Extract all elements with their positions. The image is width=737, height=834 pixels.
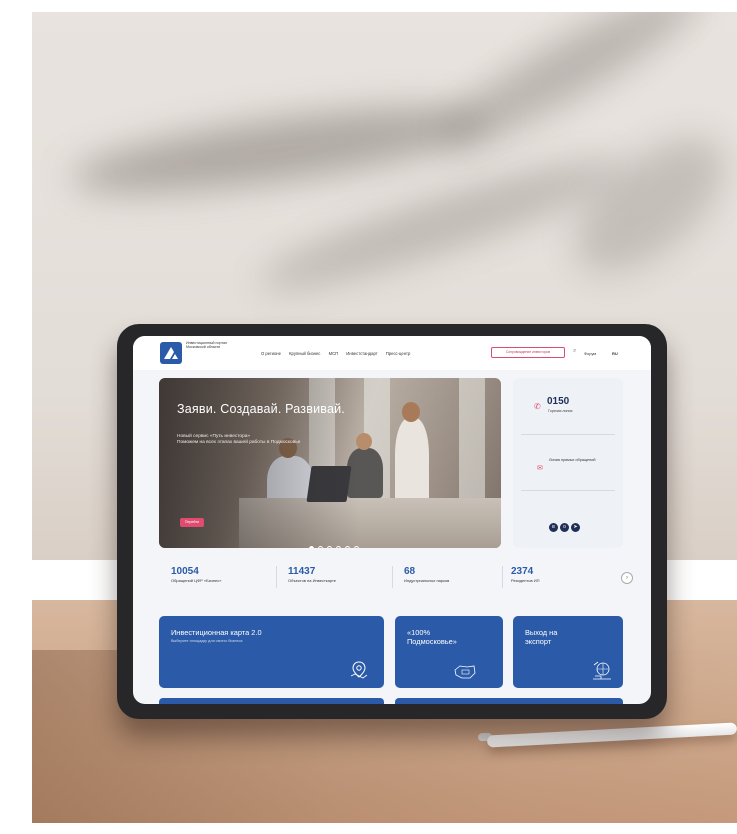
social-links: в о ➤: [549, 515, 582, 533]
card-title: Выход на экспорт: [525, 628, 557, 646]
divider: [521, 490, 615, 491]
chevron-right-icon[interactable]: ›: [621, 572, 633, 584]
map-pin-icon: [350, 661, 368, 679]
person-head: [402, 402, 420, 422]
nav-item-press-center[interactable]: Пресс-центр: [386, 351, 411, 356]
photo-scene: Инвестиционный портал Московской области…: [0, 0, 737, 834]
stat-item: 10054 Обращений ЦФР «Бизнес»: [171, 566, 221, 583]
stat-label: Объектов на Инвесткарте: [288, 578, 337, 583]
direct-requests-link[interactable]: Линия прямых обращений: [549, 458, 609, 463]
card-100-podmoskovie[interactable]: «100% Подмосковье»: [395, 616, 503, 688]
nav-item-large-business[interactable]: Крупный бизнес: [289, 351, 320, 356]
card-title-line: Подмосковье»: [407, 637, 457, 646]
image-margin: [0, 823, 737, 834]
export-icon: [593, 661, 611, 680]
hero-title: Заяви. Создавай. Развивай.: [177, 402, 345, 416]
card-title-line: Выход на: [525, 628, 558, 637]
stats-bar: 10054 Обращений ЦФР «Бизнес» 11437 Объек…: [159, 558, 633, 598]
stat-value: 11437: [288, 566, 316, 577]
window-light: [459, 378, 485, 498]
contact-panel: ✆ 0150 Горячая линия ✉ Линия прямых обра…: [513, 378, 623, 548]
carousel-dot[interactable]: [318, 546, 323, 548]
nav-item-msp[interactable]: МСП: [329, 351, 339, 356]
next-card-row: [395, 698, 623, 704]
stat-item: 68 Индустриальных парков: [404, 566, 449, 583]
divider: [392, 566, 393, 588]
card-subtitle: Выберите площадку для своего бизнеса: [171, 639, 243, 643]
region-map-icon: [454, 665, 476, 679]
stat-label: Обращений ЦФР «Бизнес»: [171, 578, 222, 583]
card-export[interactable]: Выход на экспорт: [513, 616, 623, 688]
divider: [521, 434, 615, 435]
main-nav: О регионе Крупный бизнес МСП Инвестстанд…: [261, 351, 417, 356]
carousel-dots[interactable]: [309, 538, 363, 548]
image-margin: [0, 0, 737, 12]
ok-icon[interactable]: о: [560, 523, 569, 532]
nav-item-region[interactable]: О регионе: [261, 351, 281, 356]
nav-item-investstandard[interactable]: Инвестстандарт: [346, 351, 377, 356]
carousel-dot[interactable]: [354, 546, 359, 548]
brand-name: Инвестиционный портал Московской области: [186, 341, 228, 350]
divider: [502, 566, 503, 588]
hotline-label: Горячая линия: [548, 409, 573, 413]
stat-value: 10054: [171, 566, 199, 577]
hero-banner: Заяви. Создавай. Развивай. Новый сервис …: [159, 378, 501, 548]
language-switch[interactable]: RU: [612, 351, 618, 356]
investor-support-button[interactable]: Сопровождение инвесторов: [491, 347, 565, 358]
carousel-dot[interactable]: [327, 546, 332, 548]
logo-icon[interactable]: [160, 342, 182, 364]
stat-item: 11437 Объектов на Инвесткарте: [288, 566, 336, 583]
stat-label: Индустриальных парков: [404, 578, 450, 583]
forum-link[interactable]: Форум: [584, 351, 596, 356]
vk-icon[interactable]: в: [549, 523, 558, 532]
card-investment-map[interactable]: Инвестиционная карта 2.0 Выберите площад…: [159, 616, 384, 688]
person-standing: [395, 418, 429, 508]
card-title: Инвестиционная карта 2.0: [171, 628, 262, 637]
stat-label: Резидентов ИП: [511, 578, 540, 583]
hero-go-button[interactable]: Перейти: [180, 518, 204, 527]
hotline-number[interactable]: 0150: [547, 396, 569, 407]
divider: [276, 566, 277, 588]
card-title-line: экспорт: [525, 637, 552, 646]
stat-value: 68: [404, 566, 416, 577]
image-margin: [0, 0, 32, 834]
message-icon: ✉: [537, 465, 543, 472]
card-title: «100% Подмосковье»: [407, 628, 457, 646]
tablet-screen: Инвестиционный портал Московской области…: [133, 336, 651, 704]
hero-subtitle: Новый сервис «Путь инвестора» Поможем на…: [177, 434, 397, 447]
carousel-dot[interactable]: [345, 546, 350, 548]
carousel-dot[interactable]: [336, 546, 341, 548]
search-icon[interactable]: ⌕: [573, 348, 576, 355]
phone-icon: ✆: [534, 402, 541, 411]
telegram-icon[interactable]: ➤: [571, 523, 580, 532]
next-card-row: [159, 698, 384, 704]
stat-item: 2374 Резидентов ИП: [511, 566, 539, 583]
carousel-dot[interactable]: [309, 546, 314, 548]
card-title-line: «100%: [407, 628, 431, 637]
stat-value: 2374: [511, 566, 534, 577]
site-header: Инвестиционный портал Московской области…: [133, 336, 651, 370]
hero-subtitle-line: Поможем на всех этапах вашей работы в По…: [177, 440, 301, 446]
